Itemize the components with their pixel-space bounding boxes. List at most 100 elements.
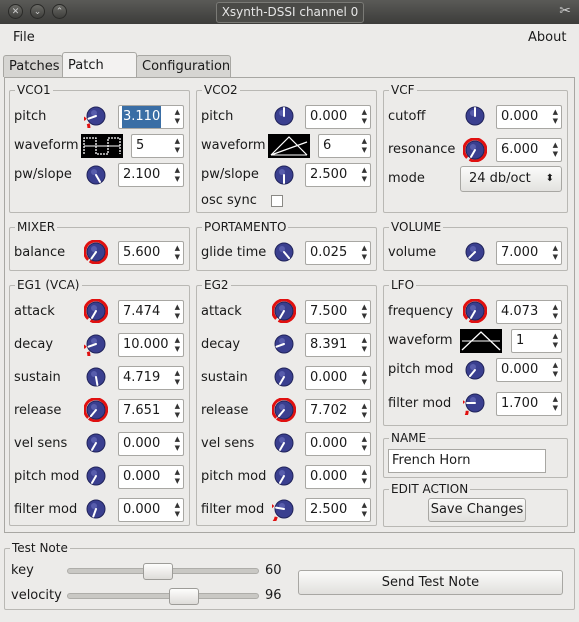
mixer-title: MIXER <box>15 219 58 235</box>
vcf-mode-value: 24 db/oct <box>469 171 531 186</box>
eg1-filter-mod-knob[interactable] <box>84 497 108 521</box>
mixer-balance-knob[interactable] <box>83 239 109 265</box>
vcf-mode-dropdown[interactable]: 24 db/oct ⬍ <box>460 166 562 192</box>
eg1-filter-mod-spinbox[interactable]: 0.000 ▲ ▼ <box>118 498 184 522</box>
lfo-frequency-spinbox[interactable]: 4.073 ▲ ▼ <box>496 300 562 324</box>
vcf-cutoff-knob[interactable] <box>463 104 487 128</box>
vco1-pitch-spinbox[interactable]: 3.110 ▲ ▼ <box>118 105 184 129</box>
eg1-release-spinbox[interactable]: 7.651 ▲ ▼ <box>118 399 184 423</box>
eg2-release-spinbox[interactable]: 7.702 ▲ ▼ <box>305 399 371 423</box>
lfo-pitchmod-label: pitch mod <box>388 362 454 377</box>
vco1-pwslope-label: pw/slope <box>14 167 72 182</box>
eg1-sustain-knob[interactable] <box>84 365 108 389</box>
vcf-cutoff-spinbox[interactable]: 0.000 ▲ ▼ <box>496 105 562 129</box>
eg1-filter-mod-label: filter mod <box>14 502 78 517</box>
eg2-pitch-mod-label: pitch mod <box>201 469 267 484</box>
lfo-filtermod-label: filter mod <box>388 396 452 411</box>
vco2-pwslope-knob[interactable] <box>272 163 296 187</box>
eg2-pitch-mod-knob[interactable] <box>272 464 296 488</box>
eg2-filter-mod-spinbox[interactable]: 2.500 ▲ ▼ <box>305 498 371 522</box>
volume-knob[interactable] <box>463 240 487 264</box>
tab-patch-edit[interactable]: Patch Edit <box>62 52 137 99</box>
eg1-release-knob[interactable] <box>83 397 109 423</box>
name-title: NAME <box>389 430 429 446</box>
eg1-attack-knob[interactable] <box>83 298 109 324</box>
save-changes-button[interactable]: Save Changes <box>428 498 526 522</box>
eg1-sustain-label: sustain <box>14 370 61 385</box>
eg1-decay-spinbox[interactable]: 10.000 ▲ ▼ <box>118 333 184 357</box>
vco2-oscsync-checkbox[interactable] <box>271 195 283 207</box>
lfo-frequency-label: frequency <box>388 304 454 319</box>
eg2-vel-sens-label: vel sens <box>201 436 255 451</box>
eg1-sustain-spinbox[interactable]: 4.719 ▲ ▼ <box>118 366 184 390</box>
eg2-vel-sens-knob[interactable] <box>272 431 296 455</box>
volume-title: VOLUME <box>389 219 444 235</box>
eg2-sustain-spinbox[interactable]: 0.000 ▲ ▼ <box>305 366 371 390</box>
eg2-release-knob[interactable] <box>271 397 297 423</box>
velocity-slider-handle[interactable] <box>169 588 200 605</box>
volume-spinbox[interactable]: 7.000 ▲ ▼ <box>496 241 562 265</box>
tab-patches[interactable]: Patches <box>3 55 63 77</box>
eg1-decay-knob[interactable] <box>65 332 108 368</box>
portamento-glide-knob[interactable] <box>272 240 296 264</box>
vcf-resonance-label: resonance <box>388 142 456 157</box>
send-test-note-button[interactable]: Send Test Note <box>298 570 563 595</box>
vco1-pwslope-knob[interactable] <box>84 163 108 187</box>
lfo-pitchmod-spinbox[interactable]: 0.000 ▲ ▼ <box>496 358 562 382</box>
vco1-waveform-spinbox[interactable]: 5 ▲ ▼ <box>131 134 184 158</box>
vcf-resonance-spinbox[interactable]: 6.000 ▲ ▼ <box>496 138 562 162</box>
menu-file[interactable]: File <box>13 30 35 45</box>
velocity-value: 96 <box>265 588 282 603</box>
vco1-pitch-knob[interactable] <box>65 104 108 140</box>
volume-label: volume <box>388 245 437 260</box>
eg1-pitch-mod-knob[interactable] <box>84 464 108 488</box>
eg1-pitch-mod-spinbox[interactable]: 0.000 ▲ ▼ <box>118 465 184 489</box>
eg1-attack-label: attack <box>14 304 55 319</box>
eg2-title: EG2 <box>202 277 231 293</box>
maximize-window-button[interactable]: ⌃ <box>52 4 67 19</box>
mixer-balance-spinbox[interactable]: 5.600 ▲ ▼ <box>118 241 184 265</box>
eg1-vel-sens-knob[interactable] <box>84 431 108 455</box>
eg1-title: EG1 (VCA) <box>15 277 82 293</box>
lfo-waveform-label: waveform <box>388 333 453 348</box>
portamento-glide-spinbox[interactable]: 0.025 ▲ ▼ <box>305 241 371 265</box>
minimize-window-button[interactable]: ⌄ <box>30 4 45 19</box>
eg2-attack-knob[interactable] <box>271 298 297 324</box>
vco1-pwslope-spinbox[interactable]: 2.100 ▲ ▼ <box>118 163 184 187</box>
eg2-vel-sens-spinbox[interactable]: 0.000 ▲ ▼ <box>305 432 371 456</box>
eg1-attack-spinbox[interactable]: 7.474 ▲ ▼ <box>118 300 184 324</box>
vcf-resonance-knob[interactable] <box>462 137 488 163</box>
eg1-vel-sens-label: vel sens <box>14 436 68 451</box>
eg1-decay-label: decay <box>14 337 54 352</box>
lfo-pitchmod-knob[interactable] <box>463 358 487 382</box>
eg2-sustain-knob[interactable] <box>272 365 296 389</box>
vco2-pitch-spinbox[interactable]: 0.000 ▲ ▼ <box>305 105 371 129</box>
key-slider-handle[interactable] <box>143 563 174 580</box>
lfo-frequency-knob[interactable] <box>462 298 488 324</box>
lfo-filtermod-knob[interactable] <box>443 391 487 424</box>
eg2-decay-knob[interactable] <box>272 332 296 356</box>
vco2-waveform-spinbox[interactable]: 6 ▲ ▼ <box>318 134 371 158</box>
edit-action-title: EDIT ACTION <box>389 481 471 497</box>
close-window-button[interactable]: ✕ <box>8 4 23 19</box>
vco2-pwslope-spinbox[interactable]: 2.500 ▲ ▼ <box>305 163 371 187</box>
vco1-waveform-label: waveform <box>14 138 79 153</box>
eg2-pitch-mod-spinbox[interactable]: 0.000 ▲ ▼ <box>305 465 371 489</box>
menu-about[interactable]: About <box>528 30 566 45</box>
lfo-title: LFO <box>389 277 417 293</box>
portamento-title: PORTAMENTO <box>202 219 289 235</box>
vco1-title: VCO1 <box>15 82 53 98</box>
vco2-pwslope-label: pw/slope <box>201 167 259 182</box>
lfo-filtermod-spinbox[interactable]: 1.700 ▲ ▼ <box>496 392 562 416</box>
vco2-pitch-knob[interactable] <box>272 104 296 128</box>
eg2-attack-spinbox[interactable]: 7.500 ▲ ▼ <box>305 300 371 324</box>
tab-configuration[interactable]: Configuration <box>136 55 231 77</box>
app-icon: ✂ <box>559 3 571 19</box>
velocity-slider-track[interactable] <box>67 593 259 599</box>
vco2-waveform-icon <box>268 134 310 158</box>
eg1-vel-sens-spinbox[interactable]: 0.000 ▲ ▼ <box>118 432 184 456</box>
eg2-decay-spinbox[interactable]: 8.391 ▲ ▼ <box>305 333 371 357</box>
lfo-waveform-spinbox[interactable]: 1 ▲ ▼ <box>511 329 562 353</box>
eg2-filter-mod-knob[interactable] <box>252 497 296 528</box>
patch-name-field[interactable]: French Horn <box>388 449 546 473</box>
